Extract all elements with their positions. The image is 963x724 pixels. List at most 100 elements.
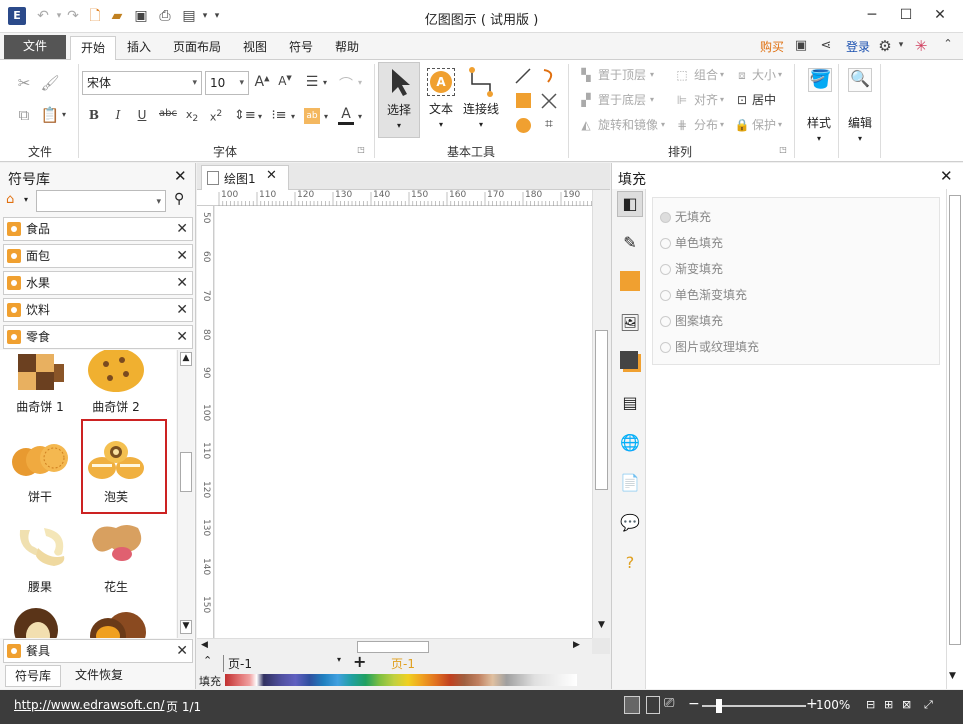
line-style-icon[interactable]: ✎: [617, 231, 643, 257]
scrollbar-thumb[interactable]: [357, 641, 429, 653]
tab-view[interactable]: 视图: [234, 36, 276, 60]
fill-option-single-gradient[interactable]: 单色渐变填充: [660, 286, 747, 303]
category-bread[interactable]: 面包 ✕: [3, 244, 193, 268]
cross-tool-icon[interactable]: [540, 92, 558, 110]
page-select[interactable]: 页-1 ▾: [223, 655, 343, 672]
fit-width-icon[interactable]: ⊠: [902, 698, 911, 711]
close-icon[interactable]: ✕: [176, 299, 188, 321]
edit-button[interactable]: 🔍 编辑 ▾: [840, 62, 880, 154]
italic-icon[interactable]: I: [110, 108, 126, 122]
category-drinks[interactable]: 饮料 ✕: [3, 298, 193, 322]
cut-icon[interactable]: ✂: [14, 74, 34, 92]
font-color-icon[interactable]: A: [338, 106, 354, 125]
line-tool-icon[interactable]: [514, 67, 532, 85]
search-icon[interactable]: ⚲: [174, 191, 184, 207]
zoom-options-icon[interactable]: ⊟: [866, 698, 875, 711]
fill-panel-scrollbar[interactable]: ▼: [946, 189, 963, 689]
buy-link[interactable]: 购买: [756, 36, 788, 60]
scroll-left-icon[interactable]: ◀: [201, 640, 208, 650]
align-button[interactable]: 对齐: [694, 91, 718, 109]
line-spacing-dropdown-icon[interactable]: ▾: [256, 112, 264, 121]
login-link[interactable]: 登录: [842, 36, 874, 60]
settings-gear-icon[interactable]: ⚙: [876, 37, 894, 55]
document-list-icon[interactable]: ▤: [617, 391, 643, 417]
close-icon[interactable]: ✕: [266, 168, 277, 183]
superscript-icon[interactable]: x2: [208, 108, 224, 124]
color-swatches[interactable]: [225, 674, 577, 686]
drawing-page[interactable]: [215, 206, 592, 638]
connector-tool-button[interactable]: 连接线 ▾: [460, 62, 502, 138]
scroll-down-icon[interactable]: ▼: [595, 620, 608, 634]
bullet-list-icon[interactable]: ⁝≡: [270, 108, 288, 123]
page-view-icon[interactable]: [646, 696, 660, 714]
text-direction-dropdown-icon[interactable]: ▾: [356, 78, 364, 87]
fill-bucket-icon[interactable]: ◧: [617, 191, 643, 217]
rectangle-tool-icon[interactable]: [516, 93, 531, 108]
distribute-button[interactable]: 分布: [694, 116, 718, 134]
attachment-icon[interactable]: 📄: [617, 471, 643, 497]
home-icon[interactable]: ⌂: [6, 192, 22, 207]
dialog-launcher-icon[interactable]: ◳: [356, 145, 366, 154]
tab-home[interactable]: 开始: [70, 36, 116, 60]
fit-page-icon[interactable]: ⊞: [884, 698, 893, 711]
tab-help[interactable]: 帮助: [326, 36, 368, 60]
tab-file-recovery[interactable]: 文件恢复: [62, 665, 136, 687]
group-button[interactable]: 组合: [694, 66, 718, 84]
scrollbar-thumb[interactable]: [180, 452, 192, 492]
fill-option-solid[interactable]: 单色填充: [660, 234, 723, 251]
text-tool-button[interactable]: A 文本 ▾: [422, 62, 460, 138]
align-dropdown-icon[interactable]: ▾: [321, 78, 329, 87]
presentation-icon[interactable]: ⎚: [664, 696, 674, 711]
close-icon[interactable]: ✕: [176, 272, 188, 294]
scrollbar-thumb[interactable]: [949, 195, 961, 645]
chevron-down-icon[interactable]: ▾: [24, 195, 28, 204]
bold-icon[interactable]: B: [86, 108, 102, 122]
comment-icon[interactable]: 💬: [617, 511, 643, 537]
image-icon[interactable]: 🖼: [617, 311, 643, 337]
center-button[interactable]: 居中: [752, 91, 776, 109]
text-highlight-icon[interactable]: ab: [304, 108, 320, 124]
close-icon[interactable]: ✕: [174, 167, 187, 185]
fill-option-none[interactable]: 无填充: [660, 208, 711, 225]
fullscreen-icon[interactable]: ⤢: [924, 698, 933, 712]
highlight-dropdown-icon[interactable]: ▾: [322, 112, 330, 121]
crop-tool-icon[interactable]: ⌗: [540, 116, 558, 132]
font-color-dropdown-icon[interactable]: ▾: [356, 112, 364, 121]
subscript-icon[interactable]: x2: [184, 108, 200, 124]
shrink-font-icon[interactable]: A▼: [277, 74, 293, 88]
fill-option-gradient[interactable]: 渐变填充: [660, 260, 723, 277]
tab-symbol-library[interactable]: 符号库: [5, 665, 61, 687]
tab-drawing-1[interactable]: 绘图1 ✕: [201, 165, 289, 190]
strikethrough-icon[interactable]: abc: [158, 108, 178, 119]
collapse-icon[interactable]: ⌃: [203, 654, 212, 667]
library-search-input[interactable]: ▾: [36, 190, 166, 212]
canvas-vertical-scrollbar[interactable]: ▼: [592, 190, 610, 638]
send-back-button[interactable]: 置于底层: [598, 91, 646, 109]
rotate-mirror-button[interactable]: 旋转和镜像: [598, 116, 658, 134]
zoom-slider-thumb[interactable]: [716, 699, 722, 713]
close-button[interactable]: ✕: [930, 5, 950, 25]
line-spacing-icon[interactable]: ⇕≡: [234, 108, 256, 123]
scroll-right-icon[interactable]: ▶: [573, 640, 580, 650]
close-icon[interactable]: ✕: [176, 640, 188, 662]
protect-button[interactable]: 保护: [752, 116, 776, 134]
zoom-out-icon[interactable]: −: [688, 696, 700, 712]
website-link[interactable]: http://www.edrawsoft.cn/: [14, 698, 164, 712]
category-snacks[interactable]: 零食 ✕: [3, 325, 193, 349]
layer-icon[interactable]: [620, 351, 638, 369]
scroll-down-icon[interactable]: ▼: [949, 671, 956, 681]
dialog-launcher-icon[interactable]: ◳: [778, 145, 788, 154]
font-size-select[interactable]: 10 ▾: [205, 71, 249, 95]
style-button[interactable]: 🪣 样式 ▾: [798, 62, 840, 154]
text-direction-icon[interactable]: ⌒: [337, 74, 355, 94]
active-page-tab[interactable]: 页-1: [391, 655, 415, 672]
category-food[interactable]: 食品 ✕: [3, 217, 193, 241]
copy-icon[interactable]: ⧉: [14, 106, 34, 124]
scroll-down-icon[interactable]: ▼: [180, 620, 192, 634]
tab-page-layout[interactable]: 页面布局: [166, 36, 228, 60]
tab-symbol[interactable]: 符号: [280, 36, 322, 60]
collapse-ribbon-icon[interactable]: ⌃: [940, 37, 956, 50]
close-icon[interactable]: ✕: [176, 326, 188, 348]
app-theme-icon[interactable]: ✳: [912, 37, 930, 55]
scrollbar-thumb[interactable]: [595, 330, 608, 490]
